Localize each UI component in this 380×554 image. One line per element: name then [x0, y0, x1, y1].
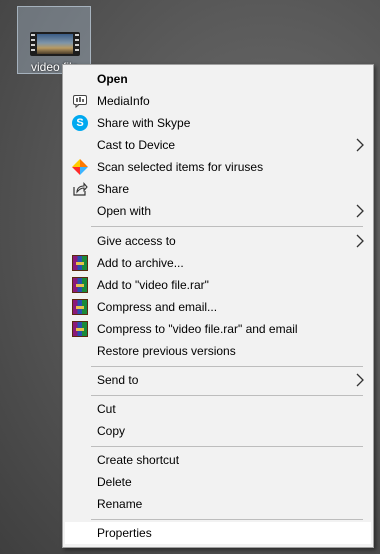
menu-item-add-rar-label: Add to "video file.rar"	[97, 278, 209, 292]
menu-item-delete[interactable]: Delete	[65, 471, 371, 493]
menu-item-cut[interactable]: Cut	[65, 398, 371, 420]
menu-item-give-access[interactable]: Give access to	[65, 230, 371, 252]
menu-item-share-skype-label: Share with Skype	[97, 116, 191, 130]
menu-item-add-to-rar[interactable]: Add to "video file.rar"	[65, 274, 371, 296]
menu-item-give-access-label: Give access to	[97, 234, 176, 248]
menu-item-compress-email-label: Compress and email...	[97, 300, 218, 314]
menu-item-add-to-archive[interactable]: Add to archive...	[65, 252, 371, 274]
menu-item-create-shortcut[interactable]: Create shortcut	[65, 449, 371, 471]
chevron-right-icon	[355, 234, 365, 248]
menu-item-delete-label: Delete	[97, 475, 132, 489]
antivirus-icon	[72, 159, 88, 175]
menu-item-cast-label: Cast to Device	[97, 138, 176, 152]
context-menu: Open MediaInfo S Share with Skype Cast t…	[62, 64, 374, 548]
menu-item-add-archive-label: Add to archive...	[97, 256, 184, 270]
mediainfo-icon	[72, 93, 88, 109]
menu-item-mediainfo[interactable]: MediaInfo	[65, 90, 371, 112]
winrar-icon	[72, 277, 88, 293]
menu-separator	[91, 446, 363, 447]
menu-item-rename[interactable]: Rename	[65, 493, 371, 515]
menu-item-restore-versions[interactable]: Restore previous versions	[65, 340, 371, 362]
winrar-icon	[72, 321, 88, 337]
menu-item-share-label: Share	[97, 182, 130, 196]
menu-item-share[interactable]: Share	[65, 178, 371, 200]
menu-item-send-to[interactable]: Send to	[65, 369, 371, 391]
menu-item-cut-label: Cut	[97, 402, 116, 416]
menu-item-properties-label: Properties	[97, 526, 152, 540]
chevron-right-icon	[355, 373, 365, 387]
menu-item-properties[interactable]: Properties	[65, 522, 371, 544]
winrar-icon	[72, 255, 88, 271]
menu-separator	[91, 226, 363, 227]
menu-item-restore-label: Restore previous versions	[97, 344, 236, 358]
menu-item-compress-email[interactable]: Compress and email...	[65, 296, 371, 318]
menu-item-open-label: Open	[97, 72, 128, 86]
menu-item-copy[interactable]: Copy	[65, 420, 371, 442]
menu-item-mediainfo-label: MediaInfo	[97, 94, 150, 108]
chevron-right-icon	[355, 204, 365, 218]
skype-icon: S	[72, 115, 88, 131]
menu-item-open-with[interactable]: Open with	[65, 200, 371, 222]
menu-separator	[91, 366, 363, 367]
menu-item-share-skype[interactable]: S Share with Skype	[65, 112, 371, 134]
share-icon	[72, 181, 88, 197]
menu-item-send-to-label: Send to	[97, 373, 139, 387]
menu-item-open[interactable]: Open	[65, 68, 371, 90]
video-file-thumbnail	[30, 32, 80, 56]
menu-item-compress-rar-email[interactable]: Compress to "video file.rar" and email	[65, 318, 371, 340]
menu-item-rename-label: Rename	[97, 497, 143, 511]
menu-separator	[91, 395, 363, 396]
menu-item-scan-viruses[interactable]: Scan selected items for viruses	[65, 156, 371, 178]
menu-item-copy-label: Copy	[97, 424, 126, 438]
menu-item-cast-to-device[interactable]: Cast to Device	[65, 134, 371, 156]
winrar-icon	[72, 299, 88, 315]
chevron-right-icon	[355, 138, 365, 152]
menu-item-create-shortcut-label: Create shortcut	[97, 453, 180, 467]
menu-item-open-with-label: Open with	[97, 204, 152, 218]
menu-item-compress-rar-email-label: Compress to "video file.rar" and email	[97, 322, 298, 336]
menu-separator	[91, 519, 363, 520]
menu-item-scan-label: Scan selected items for viruses	[97, 160, 264, 174]
